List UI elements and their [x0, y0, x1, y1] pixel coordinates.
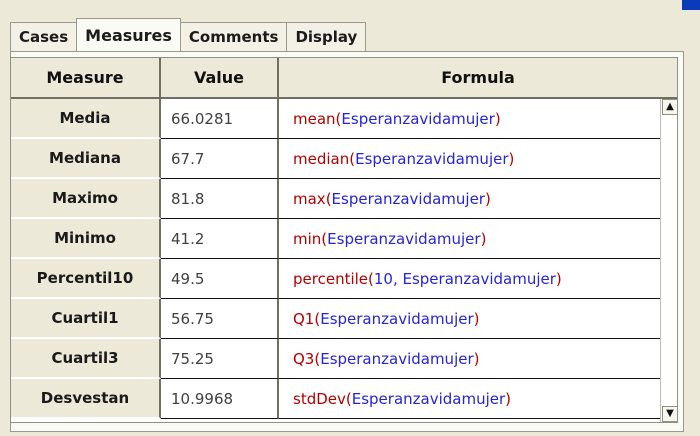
- formula-close-paren: ): [473, 309, 480, 328]
- table-row[interactable]: Cuartil3 75.25 Q3 (Esperanzavidamujer): [11, 339, 677, 379]
- scroll-up-arrow-icon[interactable]: ▲: [662, 99, 678, 115]
- table-row[interactable]: Cuartil1 56.75 Q1 (Esperanzavidamujer): [11, 299, 677, 339]
- formula-arguments: Esperanzavidamujer: [320, 309, 474, 328]
- measure-cell[interactable]: Media: [11, 99, 161, 139]
- formula-cell[interactable]: percentile (10, Esperanzavidamujer): [279, 259, 677, 299]
- table-row[interactable]: Mediana 67.7 median (Esperanzavidamujer): [11, 139, 677, 179]
- formula-function: min: [293, 229, 322, 248]
- formula-cell[interactable]: median (Esperanzavidamujer): [279, 139, 677, 179]
- measure-cell[interactable]: Mediana: [11, 139, 161, 179]
- measure-cell[interactable]: Percentil10: [11, 259, 161, 299]
- top-edge: [0, 0, 700, 10]
- value-cell: 75.25: [161, 339, 279, 379]
- formula-function: mean: [293, 109, 336, 128]
- table-row[interactable]: Maximo 81.8 max (Esperanzavidamujer): [11, 179, 677, 219]
- tab-display[interactable]: Display: [286, 22, 367, 51]
- column-header-measure[interactable]: Measure: [11, 58, 161, 97]
- value-cell: 67.7: [161, 139, 279, 179]
- value-cell: 56.75: [161, 299, 279, 339]
- formula-cell[interactable]: min (Esperanzavidamujer): [279, 219, 677, 259]
- formula-cell[interactable]: Q1 (Esperanzavidamujer): [279, 299, 677, 339]
- vertical-scrollbar[interactable]: ▲ ▼: [660, 99, 678, 422]
- table-row[interactable]: Media 66.0281 mean (Esperanzavidamujer): [11, 99, 677, 139]
- table-row[interactable]: Minimo 41.2 min (Esperanzavidamujer): [11, 219, 677, 259]
- formula-close-paren: ): [494, 109, 501, 128]
- column-header-formula[interactable]: Formula: [279, 58, 677, 97]
- tab-measures[interactable]: Measures: [76, 18, 181, 51]
- measure-cell[interactable]: Desvestan: [11, 379, 161, 419]
- formula-cell[interactable]: Q3 (Esperanzavidamujer): [279, 339, 677, 379]
- value-cell: 49.5: [161, 259, 279, 299]
- formula-cell[interactable]: stdDev (Esperanzavidamujer): [279, 379, 677, 419]
- table-row[interactable]: Percentil10 49.5 percentile (10, Esperanza…: [11, 259, 677, 299]
- measures-table: Measure Value Formula Media 66.0281 mean (…: [10, 57, 678, 423]
- scroll-down-arrow-icon[interactable]: ▼: [662, 406, 678, 422]
- formula-arguments: Esperanzavidamujer: [327, 229, 481, 248]
- value-cell: 81.8: [161, 179, 279, 219]
- formula-arguments: Esperanzavidamujer: [351, 389, 506, 408]
- formula-cell[interactable]: max (Esperanzavidamujer): [279, 179, 677, 219]
- tab-comments[interactable]: Comments: [179, 22, 288, 51]
- measure-cell[interactable]: Minimo: [11, 219, 161, 259]
- formula-cell[interactable]: mean (Esperanzavidamujer): [279, 99, 677, 139]
- value-cell: 66.0281: [161, 99, 279, 139]
- measures-window: Cases Measures Comments Display Measure …: [0, 0, 700, 436]
- value-cell: 10.9968: [161, 379, 279, 419]
- formula-close-paren: ): [480, 229, 487, 248]
- formula-function: max: [293, 189, 326, 208]
- formula-function: percentile: [293, 269, 369, 288]
- table-row[interactable]: Desvestan 10.9968 stdDev (Esperanzavidamuj…: [11, 379, 677, 419]
- value-cell: 41.2: [161, 219, 279, 259]
- column-header-value[interactable]: Value: [161, 58, 279, 97]
- formula-function: stdDev: [293, 389, 346, 408]
- formula-close-paren: ): [484, 189, 491, 208]
- formula-close-paren: ): [508, 149, 515, 168]
- formula-close-paren: ): [505, 389, 512, 408]
- formula-function: Q1: [293, 309, 315, 328]
- formula-function: Q3: [293, 349, 315, 368]
- formula-close-paren: ): [555, 269, 562, 288]
- tab-cases[interactable]: Cases: [10, 22, 78, 51]
- formula-arguments: Esperanzavidamujer: [320, 349, 474, 368]
- formula-arguments: Esperanzavidamujer: [355, 149, 509, 168]
- formula-close-paren: ): [473, 349, 480, 368]
- formula-function: median: [293, 149, 350, 168]
- measure-cell[interactable]: Cuartil1: [11, 299, 161, 339]
- table-header: Measure Value Formula: [11, 58, 677, 99]
- tab-strip: Cases Measures Comments Display: [10, 17, 367, 51]
- window-title-corner: [682, 0, 700, 10]
- formula-arguments: Esperanzavidamujer: [331, 189, 485, 208]
- measure-cell[interactable]: Maximo: [11, 179, 161, 219]
- measure-cell[interactable]: Cuartil3: [11, 339, 161, 379]
- formula-arguments: Esperanzavidamujer: [341, 109, 495, 128]
- formula-arguments: 10, Esperanzavidamujer: [373, 269, 556, 288]
